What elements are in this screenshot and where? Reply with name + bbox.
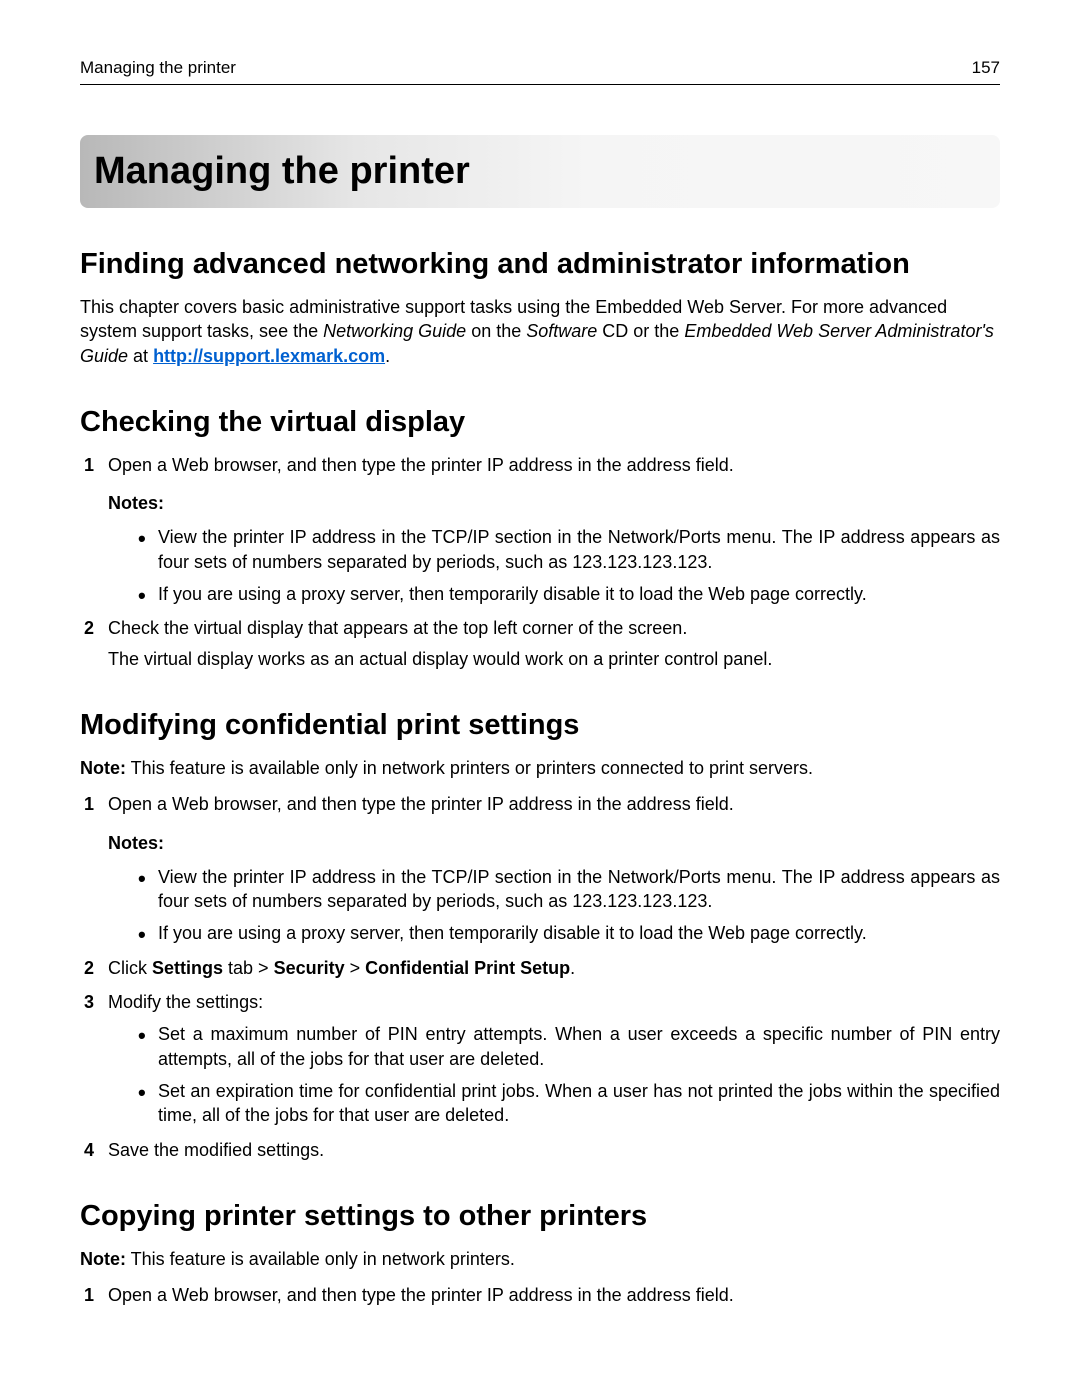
support-link[interactable]: http://support.lexmark.com bbox=[153, 346, 385, 366]
step-item: Check the virtual display that appears a… bbox=[80, 616, 1000, 671]
step-item: Modify the settings: Set a maximum numbe… bbox=[80, 990, 1000, 1127]
section2-steps: Open a Web browser, and then type the pr… bbox=[80, 453, 1000, 671]
bullet-item: Set a maximum number of PIN entry attemp… bbox=[138, 1022, 1000, 1071]
note-item: View the printer IP address in the TCP/I… bbox=[138, 525, 1000, 574]
section3-note: Note: This feature is available only in … bbox=[80, 756, 1000, 780]
section-heading-confidential: Modifying confidential print settings bbox=[80, 709, 1000, 742]
header-left: Managing the printer bbox=[80, 58, 236, 78]
note-item: View the printer IP address in the TCP/I… bbox=[138, 865, 1000, 914]
section-heading-virtual-display: Checking the virtual display bbox=[80, 406, 1000, 439]
note-item: If you are using a proxy server, then te… bbox=[138, 582, 1000, 606]
step-item: Click Settings tab > Security > Confiden… bbox=[80, 956, 1000, 980]
step-item: Open a Web browser, and then type the pr… bbox=[80, 453, 1000, 606]
section3-steps: Open a Web browser, and then type the pr… bbox=[80, 792, 1000, 1162]
notes-label: Notes: bbox=[108, 831, 1000, 855]
section-heading-networking: Finding advanced networking and administ… bbox=[80, 248, 1000, 281]
step-item: Open a Web browser, and then type the pr… bbox=[80, 792, 1000, 945]
notes-label: Notes: bbox=[108, 491, 1000, 515]
note-item: If you are using a proxy server, then te… bbox=[138, 921, 1000, 945]
section-heading-copying: Copying printer settings to other printe… bbox=[80, 1200, 1000, 1233]
step-item: Open a Web browser, and then type the pr… bbox=[80, 1283, 1000, 1307]
section1-paragraph: This chapter covers basic administrative… bbox=[80, 295, 1000, 368]
notes-list: View the printer IP address in the TCP/I… bbox=[138, 865, 1000, 946]
document-page: Managing the printer 157 Managing the pr… bbox=[0, 0, 1080, 1357]
page-number: 157 bbox=[972, 58, 1000, 78]
bullet-item: Set an expiration time for confidential … bbox=[138, 1079, 1000, 1128]
section4-note: Note: This feature is available only in … bbox=[80, 1247, 1000, 1271]
chapter-title: Managing the printer bbox=[80, 135, 1000, 208]
settings-bullets: Set a maximum number of PIN entry attemp… bbox=[138, 1022, 1000, 1127]
running-header: Managing the printer 157 bbox=[80, 58, 1000, 85]
notes-list: View the printer IP address in the TCP/I… bbox=[138, 525, 1000, 606]
section4-steps: Open a Web browser, and then type the pr… bbox=[80, 1283, 1000, 1307]
step-subtext: The virtual display works as an actual d… bbox=[108, 647, 1000, 671]
step-item: Save the modified settings. bbox=[80, 1138, 1000, 1162]
